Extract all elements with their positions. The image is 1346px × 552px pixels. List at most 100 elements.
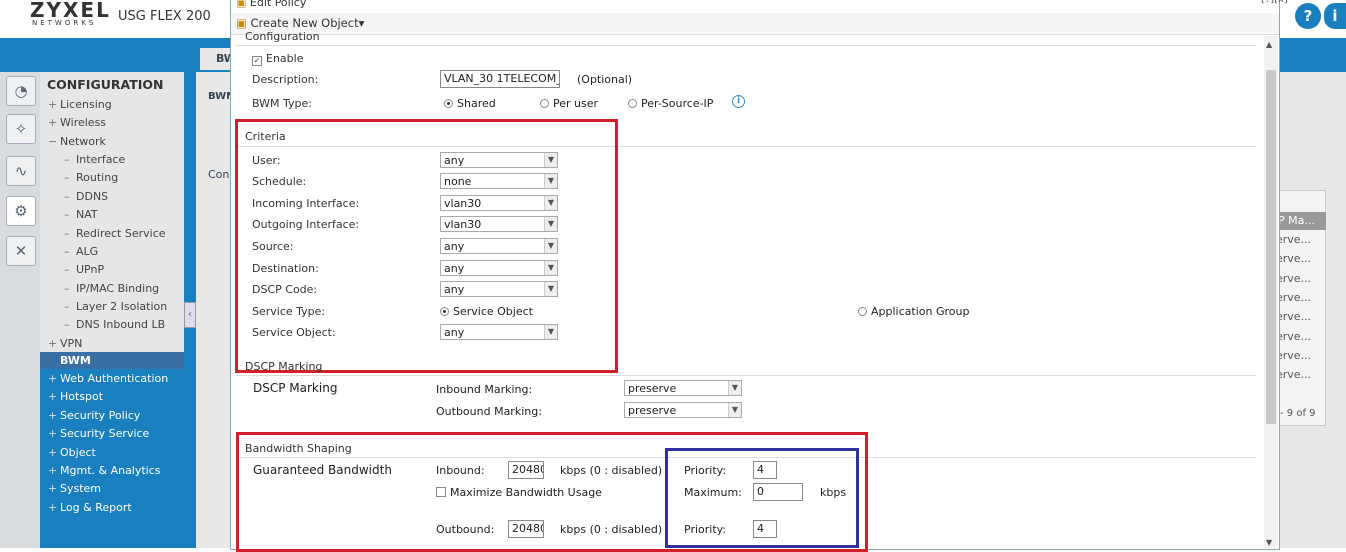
collapse-icon[interactable]: – (64, 318, 76, 331)
help-icon[interactable]: ? (1295, 3, 1321, 29)
expand-icon[interactable]: + (48, 337, 60, 350)
sidebar-item-mgmt-analytics[interactable]: + Mgmt. & Analytics (48, 464, 161, 477)
expand-icon[interactable]: + (48, 501, 60, 514)
sidebar-item-upnp[interactable]: – UPnP (64, 263, 104, 276)
sidebar-item-bwm[interactable]: BWM (48, 354, 91, 367)
dashboard-icon[interactable]: ◔ (6, 76, 36, 106)
sidebar-item-log-report[interactable]: + Log & Report (48, 501, 132, 514)
divider (236, 45, 1256, 46)
bwm-type-shared-radio[interactable]: Shared (444, 97, 496, 110)
bg-column-header: P Ma... (1276, 212, 1326, 230)
expand-icon[interactable]: + (48, 427, 60, 440)
sidebar-item-label: Security Service (60, 427, 150, 440)
collapse-icon[interactable]: − (48, 135, 60, 148)
sidebar-item-label: Layer 2 Isolation (76, 300, 168, 313)
scroll-down-icon[interactable]: ▼ (1266, 538, 1272, 547)
device-model: USG FLEX 200 (118, 9, 211, 24)
sidebar-item-label: Security Policy (60, 409, 141, 422)
sidebar-item-web-authentication[interactable]: + Web Authentication (48, 372, 168, 385)
sidebar-item-ip-mac-binding[interactable]: – IP/MAC Binding (64, 282, 159, 295)
sidebar-item-vpn[interactable]: + VPN (48, 337, 82, 350)
sidebar-item-licensing[interactable]: + Licensing (48, 98, 112, 111)
create-new-object-button[interactable]: ▣ Create New Object▾ (236, 16, 364, 30)
monitor-icon[interactable]: ∿ (6, 156, 36, 186)
sidebar-item-wireless[interactable]: + Wireless (48, 116, 106, 129)
radio-selected-icon[interactable] (444, 99, 453, 108)
info-icon[interactable]: i (1324, 3, 1346, 29)
sidebar-item-ddns[interactable]: – DDNS (64, 190, 108, 203)
sidebar-item-label: DDNS (76, 190, 109, 203)
sidebar-item-alg[interactable]: – ALG (64, 245, 98, 258)
expand-icon[interactable]: + (48, 98, 60, 111)
collapse-icon[interactable]: – (64, 227, 76, 240)
bwm-type-label: BWM Type: (252, 97, 312, 110)
sidebar-item-label: Hotspot (60, 390, 104, 403)
bwm-type-per-source-ip-radio[interactable]: Per-Source-IP (628, 97, 713, 110)
description-hint: (Optional) (577, 73, 633, 86)
sidebar-item-object[interactable]: + Object (48, 446, 96, 459)
application-group-radio[interactable]: Application Group (858, 305, 969, 318)
sidebar-item-hotspot[interactable]: + Hotspot (48, 390, 103, 403)
expand-icon[interactable]: + (48, 482, 60, 495)
inbound-marking-select[interactable]: preserve ▼ (624, 380, 742, 396)
enable-checkbox[interactable]: ✓ Enable (252, 52, 303, 66)
sidebar-item-label: VPN (60, 337, 83, 350)
collapse-icon[interactable]: – (64, 300, 76, 313)
info-icon[interactable]: i (732, 95, 745, 108)
radio-icon[interactable] (628, 99, 637, 108)
description-input[interactable]: VLAN_30 1TELECOM_ (440, 70, 560, 88)
sidebar-item-redirect-service[interactable]: – Redirect Service (64, 227, 166, 240)
collapse-icon[interactable]: – (64, 208, 76, 221)
bg-table-cell: erve... (1276, 329, 1312, 343)
wizard-icon[interactable]: ✧ (6, 114, 36, 144)
sidebar-item-label: Interface (76, 153, 126, 166)
sidebar-item-label: Mgmt. & Analytics (60, 464, 161, 477)
chevron-down-icon[interactable]: ▼ (728, 381, 741, 395)
sidebar-item-system[interactable]: + System (48, 482, 101, 495)
sidebar-item-interface[interactable]: – Interface (64, 153, 125, 166)
collapse-icon[interactable]: – (64, 263, 76, 276)
outbound-marking-select[interactable]: preserve ▼ (624, 402, 742, 418)
chevron-down-icon[interactable]: ▼ (728, 403, 741, 417)
expand-icon[interactable]: + (48, 464, 60, 477)
expand-icon[interactable]: + (48, 446, 60, 459)
collapse-icon[interactable]: – (64, 282, 76, 295)
collapse-icon[interactable]: – (64, 245, 76, 258)
sidebar-item-layer-2-isolation[interactable]: – Layer 2 Isolation (64, 300, 167, 313)
checkbox-checked-icon[interactable]: ✓ (252, 56, 262, 66)
sidebar-item-network[interactable]: − Network (48, 135, 106, 148)
bg-table-cell: erve... (1276, 271, 1312, 285)
configuration-gear-icon[interactable]: ⚙ (6, 196, 36, 226)
collapse-icon[interactable]: – (64, 171, 76, 184)
sidebar-item-label: BWM (60, 354, 91, 367)
scroll-up-icon[interactable]: ▲ (1266, 40, 1272, 49)
sidebar-item-label: ALG (76, 245, 99, 258)
sidebar-item-security-policy[interactable]: + Security Policy (48, 409, 140, 422)
dialog-title: ▣ Edit Policy (236, 0, 307, 9)
dialog-close-icon[interactable]: [?][x] (1261, 0, 1288, 5)
expand-icon[interactable]: + (48, 372, 60, 385)
sidebar-item-label: UPnP (76, 263, 105, 276)
collapse-icon[interactable]: – (64, 153, 76, 166)
bwm-type-per-user-radio[interactable]: Per user (540, 97, 598, 110)
expand-icon[interactable]: + (48, 116, 60, 129)
outbound-marking-label: Outbound Marking: (436, 405, 542, 418)
radio-icon[interactable] (858, 307, 867, 316)
divider (236, 375, 1256, 376)
sidebar-item-dns-inbound-lb[interactable]: – DNS Inbound LB (64, 318, 165, 331)
sidebar-item-label: Wireless (60, 116, 107, 129)
maintenance-tools-icon[interactable]: ✕ (6, 236, 36, 266)
sidebar-item-nat[interactable]: – NAT (64, 208, 98, 221)
sidebar-item-routing[interactable]: – Routing (64, 171, 118, 184)
sidebar-item-label: Log & Report (60, 501, 132, 514)
sidebar-item-label: Object (60, 446, 96, 459)
dscp-marking-label: DSCP Marking (253, 381, 338, 395)
bg-pager: - 9 of 9 (1280, 408, 1316, 419)
radio-icon[interactable] (540, 99, 549, 108)
expand-icon[interactable]: + (48, 409, 60, 422)
collapse-sidebar-button[interactable]: ‹ (184, 302, 196, 328)
sidebar-item-security-service[interactable]: + Security Service (48, 427, 149, 440)
scrollbar-thumb[interactable] (1266, 70, 1276, 424)
expand-icon[interactable]: + (48, 390, 60, 403)
collapse-icon[interactable]: – (64, 190, 76, 203)
